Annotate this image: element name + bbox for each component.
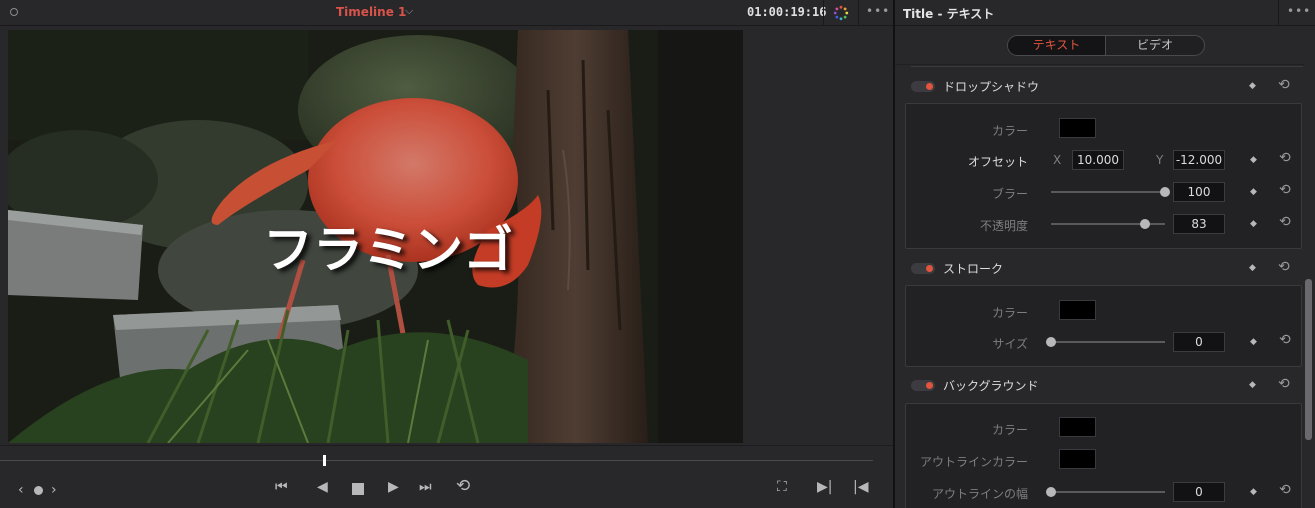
opacity-slider-handle[interactable]	[1140, 219, 1150, 229]
keyframe-icon[interactable]: ◆	[1250, 487, 1257, 497]
playhead[interactable]	[323, 455, 326, 466]
reset-icon[interactable]: ⟲	[1279, 483, 1291, 497]
prev-edit-icon[interactable]: |◀	[853, 480, 868, 494]
play-reverse-icon[interactable]: ◀	[317, 480, 328, 494]
reset-icon[interactable]: ⟲	[1278, 78, 1290, 92]
outline-width-field[interactable]: 0	[1173, 482, 1225, 502]
keyframe-icon[interactable]: ◆	[1249, 380, 1256, 390]
section-title-background: バックグラウンド	[943, 379, 1039, 393]
drop-shadow-opacity-label: 不透明度	[979, 219, 1028, 233]
inspector-header: Title - テキスト •••	[895, 0, 1315, 26]
stroke-size-label: サイズ	[992, 337, 1028, 351]
inspector-panel: Title - テキスト ••• テキスト ビデオ ドロップシャドウ ◆ ⟲ カ…	[895, 0, 1315, 508]
section-title-drop-shadow: ドロップシャドウ	[943, 80, 1040, 94]
keyframe-icon[interactable]: ◆	[1249, 81, 1256, 91]
header-divider	[1278, 0, 1279, 26]
inspector-tabs: テキスト ビデオ	[1007, 35, 1205, 56]
timeline-name[interactable]: Timeline 1	[336, 5, 406, 19]
more-options-icon[interactable]: •••	[1287, 4, 1311, 18]
inspector-title: Title - テキスト	[903, 7, 995, 21]
inspector-scrollbar[interactable]	[1305, 279, 1312, 440]
outline-width-slider-track[interactable]	[1051, 491, 1165, 493]
next-edit-icon[interactable]: ▶|	[817, 480, 832, 494]
viewer-panel: Timeline 1 ⌵ 01:00:19:16 ••• フラミンゴ ‹ › ⏮…	[0, 0, 893, 508]
offset-x-field[interactable]: 10.000	[1072, 150, 1124, 170]
keyframe-icon[interactable]: ◆	[1250, 337, 1257, 347]
more-options-icon[interactable]: •••	[866, 4, 890, 18]
reset-icon[interactable]: ⟲	[1279, 183, 1291, 197]
last-frame-icon[interactable]: ⏭	[419, 480, 432, 494]
header-divider	[823, 0, 824, 26]
scrubber-track[interactable]	[0, 460, 873, 461]
toggle-knob	[926, 83, 933, 90]
background-color-swatch[interactable]	[1059, 417, 1096, 437]
jog-wheel-icon[interactable]	[34, 486, 43, 495]
reset-icon[interactable]: ⟲	[1278, 377, 1290, 391]
match-frame-icon[interactable]: ⛶	[777, 480, 787, 494]
section-header-background[interactable]: バックグラウンド ◆ ⟲	[905, 375, 1305, 395]
blur-field[interactable]: 100	[1173, 182, 1225, 202]
reset-icon[interactable]: ⟲	[1279, 333, 1291, 347]
toggle-knob	[926, 382, 933, 389]
section-title-stroke: ストローク	[943, 262, 1004, 276]
offset-x-label: X	[1053, 153, 1062, 167]
keyframe-icon[interactable]: ◆	[1250, 155, 1257, 165]
header-divider	[858, 0, 859, 26]
chevron-down-icon[interactable]: ⌵	[405, 4, 413, 18]
outline-color-label: アウトラインカラー	[919, 455, 1028, 469]
offset-y-field[interactable]: -12.000	[1173, 150, 1225, 170]
section-header-drop-shadow[interactable]: ドロップシャドウ ◆ ⟲	[905, 76, 1305, 96]
viewer-header: Timeline 1 ⌵ 01:00:19:16 •••	[0, 0, 893, 26]
drop-shadow-color-swatch[interactable]	[1059, 118, 1096, 138]
outline-color-swatch[interactable]	[1059, 449, 1096, 469]
drop-shadow-group: カラー オフセット X 10.000 Y -12.000 ◆ ⟲ ブラー 100…	[905, 103, 1302, 249]
loop-icon[interactable]: ⟲	[456, 478, 470, 495]
stroke-size-field[interactable]: 0	[1173, 332, 1225, 352]
keyframe-icon[interactable]: ◆	[1249, 263, 1256, 273]
stroke-size-slider-track[interactable]	[1051, 341, 1165, 343]
tabs-divider	[895, 64, 1305, 65]
viewer-options-icon[interactable]	[10, 8, 18, 16]
tab-text[interactable]: テキスト	[1008, 36, 1106, 55]
keyframe-icon[interactable]: ◆	[1250, 187, 1257, 197]
viewer-divider	[0, 445, 893, 446]
stop-icon[interactable]	[352, 483, 364, 495]
background-group: カラー アウトラインカラー アウトラインの幅 0 ◆ ⟲	[905, 403, 1302, 508]
play-icon[interactable]: ▶	[388, 480, 399, 494]
reset-icon[interactable]: ⟲	[1279, 215, 1291, 229]
tab-video[interactable]: ビデオ	[1106, 36, 1204, 55]
section-divider	[911, 66, 1303, 67]
toggle-knob	[926, 265, 933, 272]
stroke-size-slider-handle[interactable]	[1046, 337, 1056, 347]
title-text-overlay[interactable]: フラミンゴ	[263, 210, 513, 282]
keyframe-icon[interactable]: ◆	[1250, 219, 1257, 229]
drop-shadow-color-label: カラー	[991, 124, 1028, 138]
jog-left-icon[interactable]: ‹	[18, 483, 24, 497]
offset-y-label: Y	[1156, 153, 1164, 167]
stroke-group: カラー サイズ 0 ◆ ⟲	[905, 285, 1302, 367]
blur-slider-track[interactable]	[1051, 191, 1165, 193]
stroke-color-swatch[interactable]	[1059, 300, 1096, 320]
stroke-color-label: カラー	[991, 306, 1028, 320]
background-toggle[interactable]	[911, 380, 935, 391]
drop-shadow-offset-label: オフセット	[967, 155, 1028, 169]
timecode-display[interactable]: 01:00:19:16	[747, 5, 826, 19]
first-frame-icon[interactable]: ⏮	[275, 480, 288, 494]
background-color-label: カラー	[991, 423, 1028, 437]
outline-width-label: アウトラインの幅	[931, 487, 1028, 501]
drop-shadow-toggle[interactable]	[911, 81, 935, 92]
blur-slider-handle[interactable]	[1160, 187, 1170, 197]
jog-right-icon[interactable]: ›	[51, 483, 57, 497]
section-header-stroke[interactable]: ストローク ◆ ⟲	[905, 258, 1305, 278]
color-wheel-icon[interactable]	[833, 5, 849, 21]
outline-width-slider-handle[interactable]	[1046, 487, 1056, 497]
opacity-field[interactable]: 83	[1173, 214, 1225, 234]
reset-icon[interactable]: ⟲	[1279, 151, 1291, 165]
reset-icon[interactable]: ⟲	[1278, 260, 1290, 274]
stroke-toggle[interactable]	[911, 263, 935, 274]
drop-shadow-blur-label: ブラー	[991, 187, 1028, 201]
video-preview[interactable]: フラミンゴ	[8, 30, 743, 443]
